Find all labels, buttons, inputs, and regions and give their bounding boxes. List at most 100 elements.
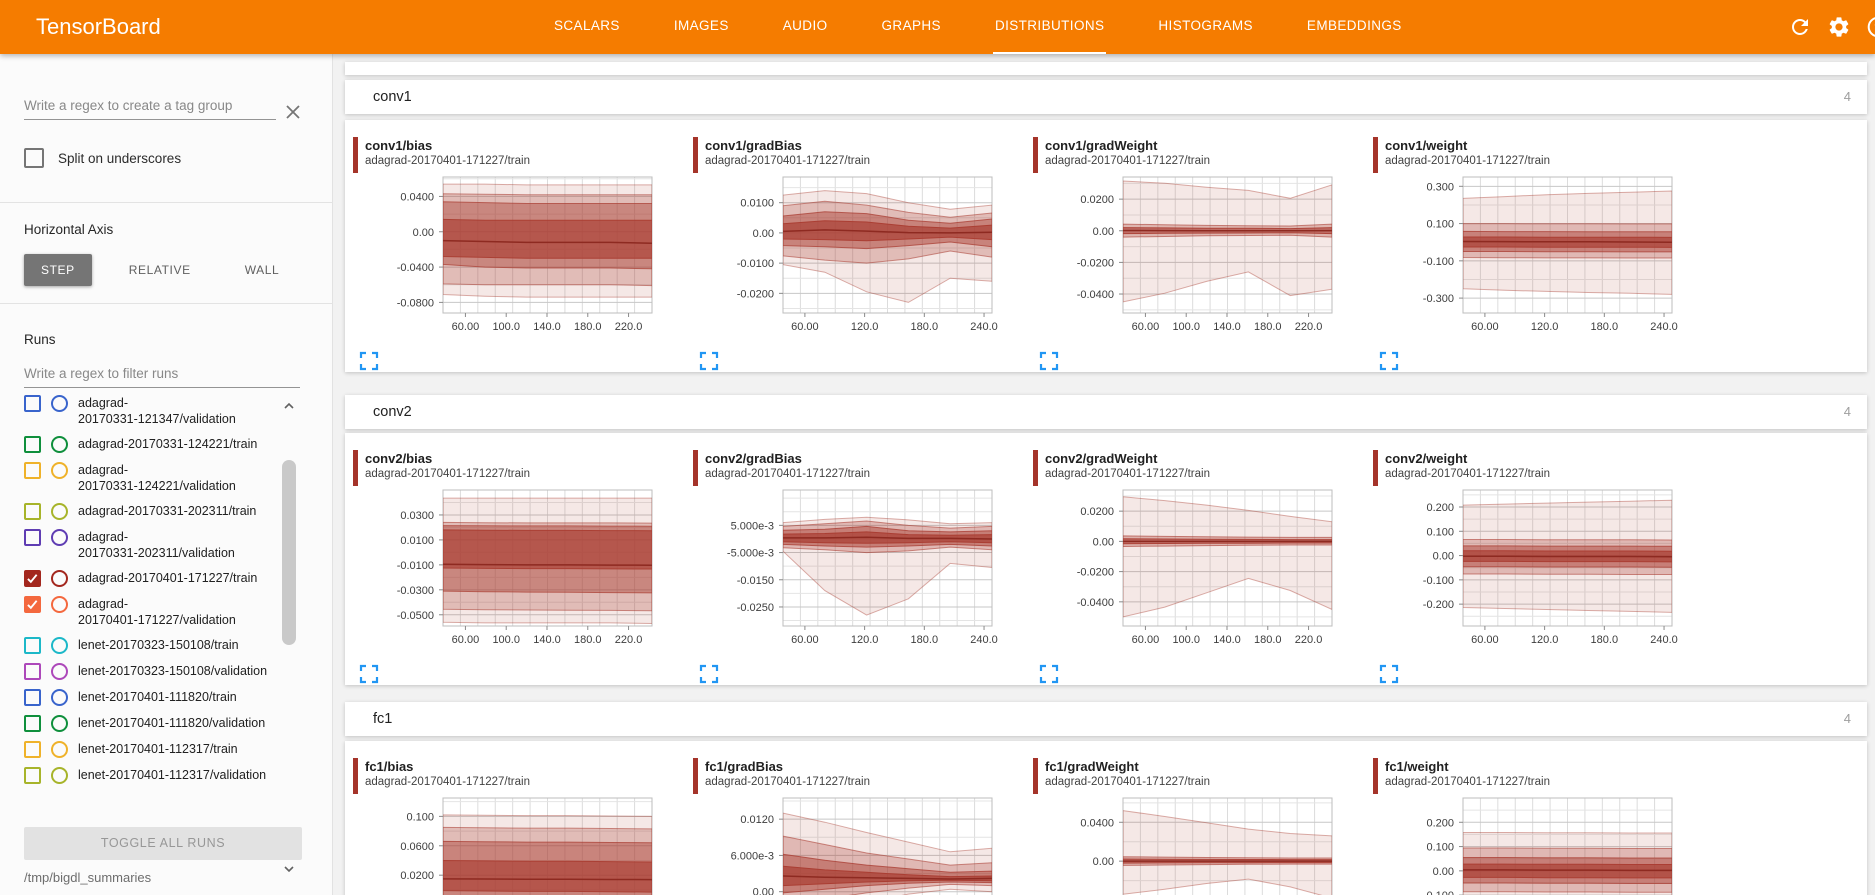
run-item[interactable]: adagrad-20170331-121347/validation bbox=[24, 395, 304, 427]
tab-images[interactable]: IMAGES bbox=[672, 0, 731, 54]
run-item[interactable]: adagrad-20170331-202311/train bbox=[24, 503, 304, 520]
expand-icon[interactable] bbox=[359, 664, 379, 684]
run-item[interactable]: adagrad-20170401-171227/train bbox=[24, 570, 304, 587]
settings-icon[interactable] bbox=[1827, 15, 1851, 39]
distribution-plot[interactable]: 0.04000.00-0.0400-0.080060.00100.0140.01… bbox=[353, 173, 685, 343]
help-icon[interactable]: ? bbox=[1866, 15, 1875, 39]
distribution-plot[interactable]: 0.02000.00-0.0200-0.040060.00100.0140.01… bbox=[1033, 173, 1365, 343]
expand-icon[interactable] bbox=[699, 351, 719, 371]
distribution-plot[interactable]: 0.1000.06000.0200-0.020060.00100.0140.01… bbox=[353, 794, 685, 895]
section-header-conv2[interactable]: conv24 bbox=[345, 395, 1867, 429]
x-tick-label: 180.0 bbox=[1254, 321, 1282, 333]
distribution-plot[interactable]: 0.2000.1000.00-0.100-0.20060.00120.0180.… bbox=[1373, 794, 1705, 895]
distribution-plot[interactable]: 0.04000.00-0.040060.00100.0140.0180.0220… bbox=[1033, 794, 1365, 895]
distribution-plot[interactable]: 0.02000.00-0.0200-0.040060.00100.0140.01… bbox=[1033, 486, 1365, 656]
run-checkbox[interactable] bbox=[24, 767, 41, 784]
runs-filter-input[interactable] bbox=[24, 362, 300, 388]
run-item[interactable]: lenet-20170401-111820/validation bbox=[24, 715, 304, 732]
axis-step-button[interactable]: STEP bbox=[24, 254, 92, 286]
expand-icon[interactable] bbox=[359, 351, 379, 371]
tab-graphs[interactable]: GRAPHS bbox=[880, 0, 943, 54]
x-tick-label: 60.00 bbox=[452, 634, 480, 646]
expand-icon[interactable] bbox=[1039, 351, 1059, 371]
distribution-plot[interactable]: 5.000e-3-5.000e-3-0.0150-0.025060.00120.… bbox=[693, 486, 1025, 656]
section-header-fc1[interactable]: fc14 bbox=[345, 702, 1867, 736]
distribution-plot[interactable]: 0.03000.0100-0.0100-0.0300-0.050060.0010… bbox=[353, 486, 685, 656]
close-icon[interactable] bbox=[283, 102, 303, 122]
run-item[interactable]: adagrad-20170331-124221/validation bbox=[24, 462, 304, 494]
run-checkbox[interactable] bbox=[24, 663, 41, 680]
run-radio[interactable] bbox=[51, 741, 68, 758]
run-radio[interactable] bbox=[51, 767, 68, 784]
tag-filter-input[interactable] bbox=[24, 94, 276, 120]
distribution-plot[interactable]: 0.3000.100-0.100-0.30060.00120.0180.0240… bbox=[1373, 173, 1705, 343]
distribution-plot[interactable]: 0.2000.1000.00-0.100-0.20060.00120.0180.… bbox=[1373, 486, 1705, 656]
scroll-down-icon[interactable] bbox=[283, 863, 295, 875]
run-checkbox[interactable] bbox=[24, 689, 41, 706]
run-item[interactable]: lenet-20170401-112317/validation bbox=[24, 767, 304, 784]
chart-title: conv1/gradWeight bbox=[1045, 137, 1210, 154]
tab-embeddings[interactable]: EMBEDDINGS bbox=[1305, 0, 1404, 54]
scroll-up-icon[interactable] bbox=[283, 400, 295, 412]
axis-wall-button[interactable]: WALL bbox=[228, 254, 297, 286]
run-radio[interactable] bbox=[51, 529, 68, 546]
runs-scrollbar[interactable] bbox=[280, 400, 298, 875]
distribution-plot[interactable]: 0.01000.00-0.0100-0.020060.00120.0180.02… bbox=[693, 173, 1025, 343]
split-underscores-row[interactable]: Split on underscores bbox=[24, 148, 181, 168]
run-radio[interactable] bbox=[51, 689, 68, 706]
run-radio[interactable] bbox=[51, 436, 68, 453]
x-tick-label: 140.0 bbox=[1213, 634, 1241, 646]
run-checkbox[interactable] bbox=[24, 637, 41, 654]
run-radio[interactable] bbox=[51, 462, 68, 479]
run-radio[interactable] bbox=[51, 395, 68, 412]
run-radio[interactable] bbox=[51, 596, 68, 613]
toggle-all-runs-button[interactable]: TOGGLE ALL RUNS bbox=[24, 827, 302, 860]
run-radio[interactable] bbox=[51, 503, 68, 520]
run-radio[interactable] bbox=[51, 570, 68, 587]
run-checkbox[interactable] bbox=[24, 436, 41, 453]
run-checkbox[interactable] bbox=[24, 715, 41, 732]
x-tick-label: 60.00 bbox=[791, 634, 819, 646]
tab-audio[interactable]: AUDIO bbox=[781, 0, 830, 54]
y-tick-label: 0.00 bbox=[1433, 551, 1454, 563]
run-radio[interactable] bbox=[51, 715, 68, 732]
run-item[interactable]: adagrad-20170331-202311/validation bbox=[24, 529, 304, 561]
run-item[interactable]: adagrad-20170331-124221/train bbox=[24, 436, 304, 453]
run-radio[interactable] bbox=[51, 663, 68, 680]
split-underscores-checkbox[interactable] bbox=[24, 148, 44, 168]
axis-relative-button[interactable]: RELATIVE bbox=[112, 254, 208, 286]
expand-icon[interactable] bbox=[1039, 664, 1059, 684]
chart-run-label: adagrad-20170401-171227/train bbox=[365, 775, 530, 790]
distribution-plot[interactable]: 0.01206.000e-30.0060.00120.0180.0240.0 bbox=[693, 794, 1025, 895]
tab-distributions[interactable]: DISTRIBUTIONS bbox=[993, 0, 1106, 54]
chart-title-block: fc1/gradWeightadagrad-20170401-171227/tr… bbox=[1033, 758, 1369, 794]
run-item[interactable]: adagrad-20170401-171227/validation bbox=[24, 596, 304, 628]
tab-scalars[interactable]: SCALARS bbox=[552, 0, 622, 54]
scrollbar-thumb[interactable] bbox=[282, 460, 296, 645]
y-tick-label: 0.00 bbox=[753, 887, 774, 895]
x-tick-label: 220.0 bbox=[1295, 321, 1323, 333]
run-checkbox[interactable] bbox=[24, 570, 41, 587]
run-radio[interactable] bbox=[51, 637, 68, 654]
expand-icon[interactable] bbox=[1379, 664, 1399, 684]
tab-histograms[interactable]: HISTOGRAMS bbox=[1156, 0, 1255, 54]
run-item[interactable]: lenet-20170323-150108/validation bbox=[24, 663, 304, 680]
y-tick-label: 0.0100 bbox=[740, 198, 774, 210]
expand-icon[interactable] bbox=[699, 664, 719, 684]
section-header-conv1[interactable]: conv14 bbox=[345, 80, 1867, 114]
run-checkbox[interactable] bbox=[24, 596, 41, 613]
run-checkbox[interactable] bbox=[24, 741, 41, 758]
expand-icon[interactable] bbox=[1379, 351, 1399, 371]
run-item[interactable]: lenet-20170323-150108/train bbox=[24, 637, 304, 654]
run-checkbox[interactable] bbox=[24, 503, 41, 520]
x-tick-label: 120.0 bbox=[851, 321, 879, 333]
run-checkbox[interactable] bbox=[24, 462, 41, 479]
run-item[interactable]: lenet-20170401-111820/train bbox=[24, 689, 304, 706]
refresh-icon[interactable] bbox=[1788, 15, 1812, 39]
run-checkbox[interactable] bbox=[24, 529, 41, 546]
run-checkbox[interactable] bbox=[24, 395, 41, 412]
chart-title: conv2/weight bbox=[1385, 450, 1550, 467]
y-tick-label: 0.0120 bbox=[740, 814, 774, 826]
y-tick-label: -0.0800 bbox=[397, 297, 434, 309]
run-item[interactable]: lenet-20170401-112317/train bbox=[24, 741, 304, 758]
